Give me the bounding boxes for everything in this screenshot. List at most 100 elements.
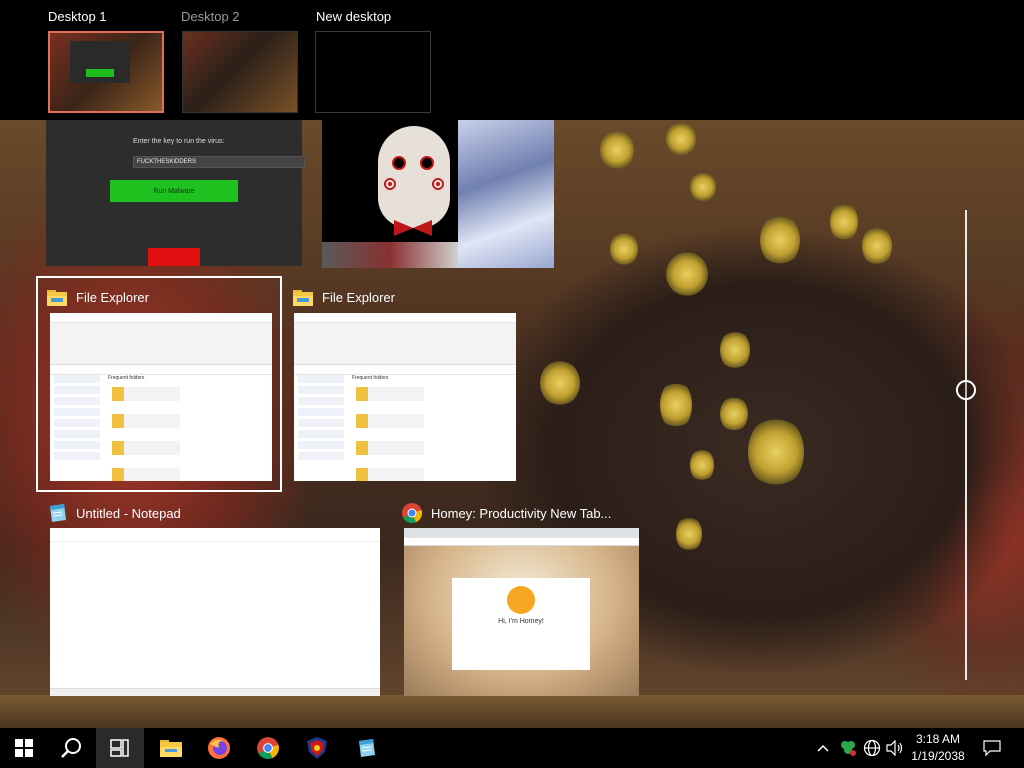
wallpaper-dot — [760, 214, 800, 266]
wallpaper-dot — [690, 448, 714, 482]
speaker-icon — [886, 740, 903, 756]
wallpaper-dot — [600, 130, 634, 170]
notification-icon — [983, 740, 1001, 756]
desktop-1-label: Desktop 1 — [48, 9, 107, 24]
wallpaper-shelf — [0, 695, 1024, 728]
wallpaper-dot — [666, 252, 708, 296]
chrome-icon — [401, 502, 423, 524]
taskbar: 3:18 AM 1/19/2038 — [0, 728, 1024, 768]
search-button[interactable] — [48, 728, 96, 768]
timeline-track[interactable] — [965, 210, 967, 680]
fe-folder-grid — [108, 383, 258, 481]
timeline-slider-thumb[interactable] — [956, 380, 976, 400]
chrome-tab-strip — [404, 528, 639, 538]
fe-ribbon — [294, 323, 516, 365]
wallpaper-dot — [720, 330, 750, 370]
thumbnail-button — [86, 69, 114, 77]
firefox-icon — [208, 737, 230, 759]
action-center-button[interactable] — [978, 728, 1006, 768]
puppet-face-image — [378, 126, 450, 228]
chrome-address-bar — [404, 538, 639, 546]
fe-nav-pane — [54, 375, 100, 475]
chrome-icon — [257, 737, 279, 759]
puppet-cheek — [382, 176, 398, 192]
puppet-eye — [420, 156, 434, 170]
wallpaper-dot — [690, 172, 716, 202]
taskbar-notepad[interactable] — [342, 728, 390, 768]
chrome-thumbnail: Hi, I'm Homey! — [404, 528, 639, 696]
wallpaper-dot — [830, 202, 858, 242]
file-explorer-thumbnail: Frequent folders — [294, 313, 516, 481]
notepad-icon — [46, 502, 68, 524]
taskbar-firefox[interactable] — [195, 728, 243, 768]
taskbar-shield-app[interactable] — [293, 728, 341, 768]
clock-date: 1/19/2038 — [911, 749, 965, 763]
file-explorer-icon — [160, 740, 182, 757]
fe-address-bar — [294, 365, 516, 375]
wallpaper-dot — [666, 122, 696, 156]
clock[interactable]: 3:18 AM 1/19/2038 — [904, 731, 972, 765]
start-icon — [15, 739, 33, 757]
fe-address-bar — [50, 365, 272, 375]
virtual-desktops-bar: Desktop 1 Desktop 2 New desktop — [0, 0, 1024, 120]
wallpaper-dot — [540, 360, 580, 406]
virus-prompt-text: Enter the key to run the virus: — [133, 138, 225, 145]
window-title: Homey: Productivity New Tab... — [431, 505, 612, 521]
image-strip — [322, 242, 458, 268]
file-explorer-thumbnail: Frequent folders — [50, 313, 272, 481]
fe-ribbon — [50, 323, 272, 365]
show-hidden-icons-button[interactable] — [812, 728, 834, 768]
wallpaper-dot — [862, 226, 892, 266]
window-title-bar: File Explorer — [46, 286, 149, 308]
taskbar-chrome[interactable] — [244, 728, 292, 768]
virus-key-input: FUCKTHESKIDDERS — [133, 156, 305, 168]
notepad-status-bar — [50, 688, 380, 696]
notepad-menu-bar — [50, 528, 380, 542]
new-desktop-button[interactable] — [315, 31, 431, 113]
desktop-2-label: Desktop 2 — [181, 9, 240, 24]
notepad-icon — [359, 739, 375, 757]
image-window-thumbnail[interactable] — [322, 120, 554, 268]
desktop-1-thumbnail[interactable] — [48, 31, 164, 113]
folder-icon — [46, 286, 68, 308]
window-title-bar: Homey: Productivity New Tab... — [401, 502, 611, 524]
chevron-up-icon — [817, 744, 829, 752]
fe-folder-grid — [352, 383, 502, 481]
network-button[interactable] — [860, 728, 884, 768]
homey-logo-icon — [507, 586, 535, 614]
wallpaper-dot — [676, 516, 702, 552]
network-globe-icon — [863, 739, 881, 757]
notepad-thumbnail — [50, 528, 380, 696]
homey-greeting: Hi, I'm Homey! — [498, 618, 544, 625]
red-button — [148, 248, 200, 266]
window-title: Untitled - Notepad — [76, 505, 181, 521]
fe-section-label: Frequent folders — [352, 375, 389, 381]
tray-app-button[interactable] — [836, 728, 860, 768]
fe-title-bar — [294, 313, 516, 323]
window-title-bar: Untitled - Notepad — [46, 502, 181, 524]
fe-title-bar — [50, 313, 272, 323]
fe-nav-pane — [298, 375, 344, 475]
start-button[interactable] — [0, 728, 48, 768]
new-desktop-label: New desktop — [316, 9, 392, 24]
run-malware-button: Run Malware — [110, 180, 238, 202]
thumbnail-wallpaper — [183, 32, 297, 112]
task-view-icon — [110, 739, 129, 757]
window-title-bar: File Explorer — [292, 286, 395, 308]
volume-button[interactable] — [884, 728, 906, 768]
distorted-image — [458, 120, 554, 268]
fe-section-label: Frequent folders — [108, 375, 145, 381]
search-icon — [61, 738, 81, 758]
homey-card: Hi, I'm Homey! — [452, 578, 590, 670]
window-title: File Explorer — [76, 289, 149, 305]
puppet-cheek — [430, 176, 446, 192]
task-view-button[interactable] — [96, 728, 144, 768]
window-title: File Explorer — [322, 289, 395, 305]
clover-tray-icon — [841, 741, 856, 756]
virus-window-thumbnail[interactable]: Enter the key to run the virus: FUCKTHES… — [46, 120, 305, 266]
desktop-2-thumbnail[interactable] — [182, 31, 298, 113]
clock-time: 3:18 AM — [915, 732, 961, 746]
taskbar-file-explorer[interactable] — [147, 728, 195, 768]
shield-app-icon — [307, 737, 327, 759]
wallpaper-dot — [660, 380, 692, 430]
